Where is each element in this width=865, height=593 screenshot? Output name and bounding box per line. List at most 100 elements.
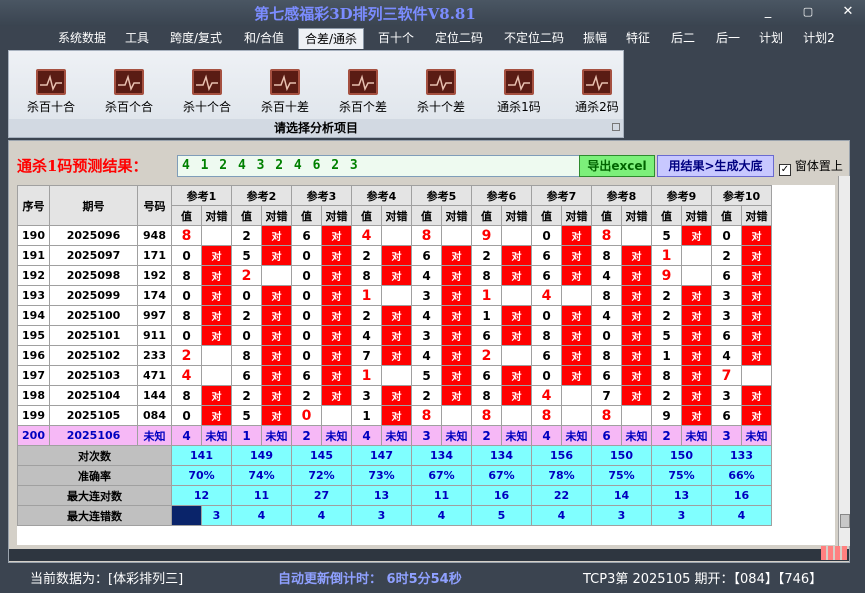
menu-hundreds-tens-units[interactable]: 百十个: [372, 28, 420, 49]
row-hit[interactable]: 对: [741, 345, 772, 366]
row-value[interactable]: 4: [351, 325, 382, 346]
row-value[interactable]: 4: [591, 305, 622, 326]
row-value[interactable]: 8: [351, 265, 382, 286]
row-hit[interactable]: [381, 225, 412, 246]
ribbon-button-kill-one[interactable]: 通杀1码: [482, 69, 556, 119]
row-seq[interactable]: 200: [17, 425, 50, 446]
row-hit[interactable]: 对: [741, 385, 772, 406]
row-value[interactable]: 0: [171, 325, 202, 346]
menu-last-one[interactable]: 后一: [709, 28, 747, 49]
row-hit[interactable]: [501, 285, 532, 306]
row-hit[interactable]: 对: [321, 345, 352, 366]
row-value[interactable]: 0: [531, 365, 562, 386]
row-value[interactable]: 3: [411, 325, 442, 346]
row-hit[interactable]: 对: [621, 365, 652, 386]
row-period[interactable]: 2025096: [49, 225, 138, 246]
table-row[interactable]: 190 2025096 948 8 2 对 6 对 4 8 9 0 对 8 5 对 0 对: [17, 225, 772, 246]
table-row[interactable]: 200 2025106 未知 4 未知 1 未知 2 未知 4 未知 3 未知 2 未知 4 未知 6 未知 2 未知 3…: [17, 425, 772, 446]
row-value[interactable]: 6: [711, 265, 742, 286]
row-hit[interactable]: 对: [321, 225, 352, 246]
table-row[interactable]: 192 2025098 192 8 对 2 0 对 8 对 4 对 8 对 6 对 4 对 9 6 对: [17, 265, 772, 286]
row-seq[interactable]: 199: [17, 405, 50, 426]
row-hit[interactable]: 对: [381, 265, 412, 286]
row-hit[interactable]: [681, 245, 712, 266]
row-hit[interactable]: 对: [681, 385, 712, 406]
row-hit[interactable]: 对: [321, 245, 352, 266]
row-value[interactable]: 1: [351, 365, 382, 386]
ribbon-button-kill-two[interactable]: 通杀2码: [560, 69, 634, 119]
row-period[interactable]: 2025105: [49, 405, 138, 426]
row-value[interactable]: 8: [411, 225, 442, 246]
row-value[interactable]: 8: [531, 405, 562, 426]
row-hit[interactable]: [321, 405, 352, 426]
row-value[interactable]: 1: [231, 425, 262, 446]
table-row[interactable]: 197 2025103 471 4 6 对 6 对 1 5 对 6 对 0 对 6 对 8 对 7: [17, 365, 772, 386]
row-value[interactable]: 5: [651, 225, 682, 246]
row-number[interactable]: 471: [137, 365, 172, 386]
ribbon-button-kill-sg-diff[interactable]: 杀十个差: [404, 69, 478, 119]
row-hit[interactable]: 对: [381, 405, 412, 426]
row-hit[interactable]: [501, 345, 532, 366]
row-hit[interactable]: 对: [501, 265, 532, 286]
header-ref-8[interactable]: 参考8: [591, 185, 652, 206]
row-value[interactable]: 2: [471, 245, 502, 266]
ribbon-button-kill-bs-diff[interactable]: 杀百十差: [248, 69, 322, 119]
row-value[interactable]: 0: [231, 285, 262, 306]
row-seq[interactable]: 193: [17, 285, 50, 306]
vertical-scrollbar[interactable]: [838, 176, 850, 546]
row-period[interactable]: 2025101: [49, 325, 138, 346]
row-hit[interactable]: 对: [561, 305, 592, 326]
row-value[interactable]: 2: [471, 345, 502, 366]
row-value[interactable]: 5: [231, 245, 262, 266]
table-row[interactable]: 194 2025100 997 8 对 2 对 0 对 2 对 4 对 1 对 0 对 4 对 2 对 3 对: [17, 305, 772, 326]
menu-sum-value[interactable]: 和/合值: [237, 28, 291, 49]
row-hit[interactable]: 对: [561, 265, 592, 286]
row-number[interactable]: 未知: [137, 425, 172, 446]
row-value[interactable]: 0: [291, 305, 322, 326]
row-value[interactable]: 3: [411, 285, 442, 306]
row-seq[interactable]: 198: [17, 385, 50, 406]
row-hit[interactable]: [621, 405, 652, 426]
row-hit[interactable]: [681, 265, 712, 286]
row-value[interactable]: 0: [711, 225, 742, 246]
row-value[interactable]: 0: [171, 285, 202, 306]
row-hit[interactable]: 对: [681, 365, 712, 386]
row-value[interactable]: 6: [231, 365, 262, 386]
row-value[interactable]: 1: [471, 285, 502, 306]
row-value[interactable]: 0: [171, 245, 202, 266]
header-ref-10[interactable]: 参考10: [711, 185, 772, 206]
row-hit[interactable]: 对: [441, 385, 472, 406]
row-seq[interactable]: 195: [17, 325, 50, 346]
row-hit[interactable]: 对: [441, 325, 472, 346]
row-value[interactable]: 0: [291, 325, 322, 346]
prediction-result-field[interactable]: 4 1 2 4 3 2 4 6 2 3: [177, 155, 584, 177]
row-hit[interactable]: 对: [261, 285, 292, 306]
row-value[interactable]: 2: [651, 385, 682, 406]
row-value[interactable]: 4: [351, 225, 382, 246]
header-value[interactable]: 值: [651, 205, 682, 226]
header-number[interactable]: 号码: [137, 185, 172, 226]
row-value[interactable]: 6: [711, 325, 742, 346]
ribbon-button-kill-bg-sum[interactable]: 杀百个合: [92, 69, 166, 119]
row-value[interactable]: 6: [471, 365, 502, 386]
row-number[interactable]: 174: [137, 285, 172, 306]
row-hit[interactable]: [201, 345, 232, 366]
export-excel-button[interactable]: 导出excel: [579, 155, 655, 177]
row-number[interactable]: 233: [137, 345, 172, 366]
row-seq[interactable]: 194: [17, 305, 50, 326]
menu-unfixed-two[interactable]: 不定位二码: [498, 28, 570, 49]
row-value[interactable]: 6: [531, 245, 562, 266]
row-value[interactable]: 1: [351, 405, 382, 426]
ribbon-button-kill-bs-sum[interactable]: 杀百十合: [14, 69, 88, 119]
menu-sumdiff-kill[interactable]: 合差/通杀: [298, 28, 364, 49]
header-ref-7[interactable]: 参考7: [531, 185, 592, 206]
row-seq[interactable]: 191: [17, 245, 50, 266]
row-value[interactable]: 8: [171, 265, 202, 286]
row-value[interactable]: 5: [651, 325, 682, 346]
row-value[interactable]: 0: [171, 405, 202, 426]
maximize-button[interactable]: ▢: [797, 2, 819, 22]
row-value[interactable]: 6: [291, 225, 322, 246]
row-value[interactable]: 8: [531, 325, 562, 346]
header-hit[interactable]: 对错: [741, 205, 772, 226]
menu-amplitude[interactable]: 振幅: [578, 28, 612, 49]
